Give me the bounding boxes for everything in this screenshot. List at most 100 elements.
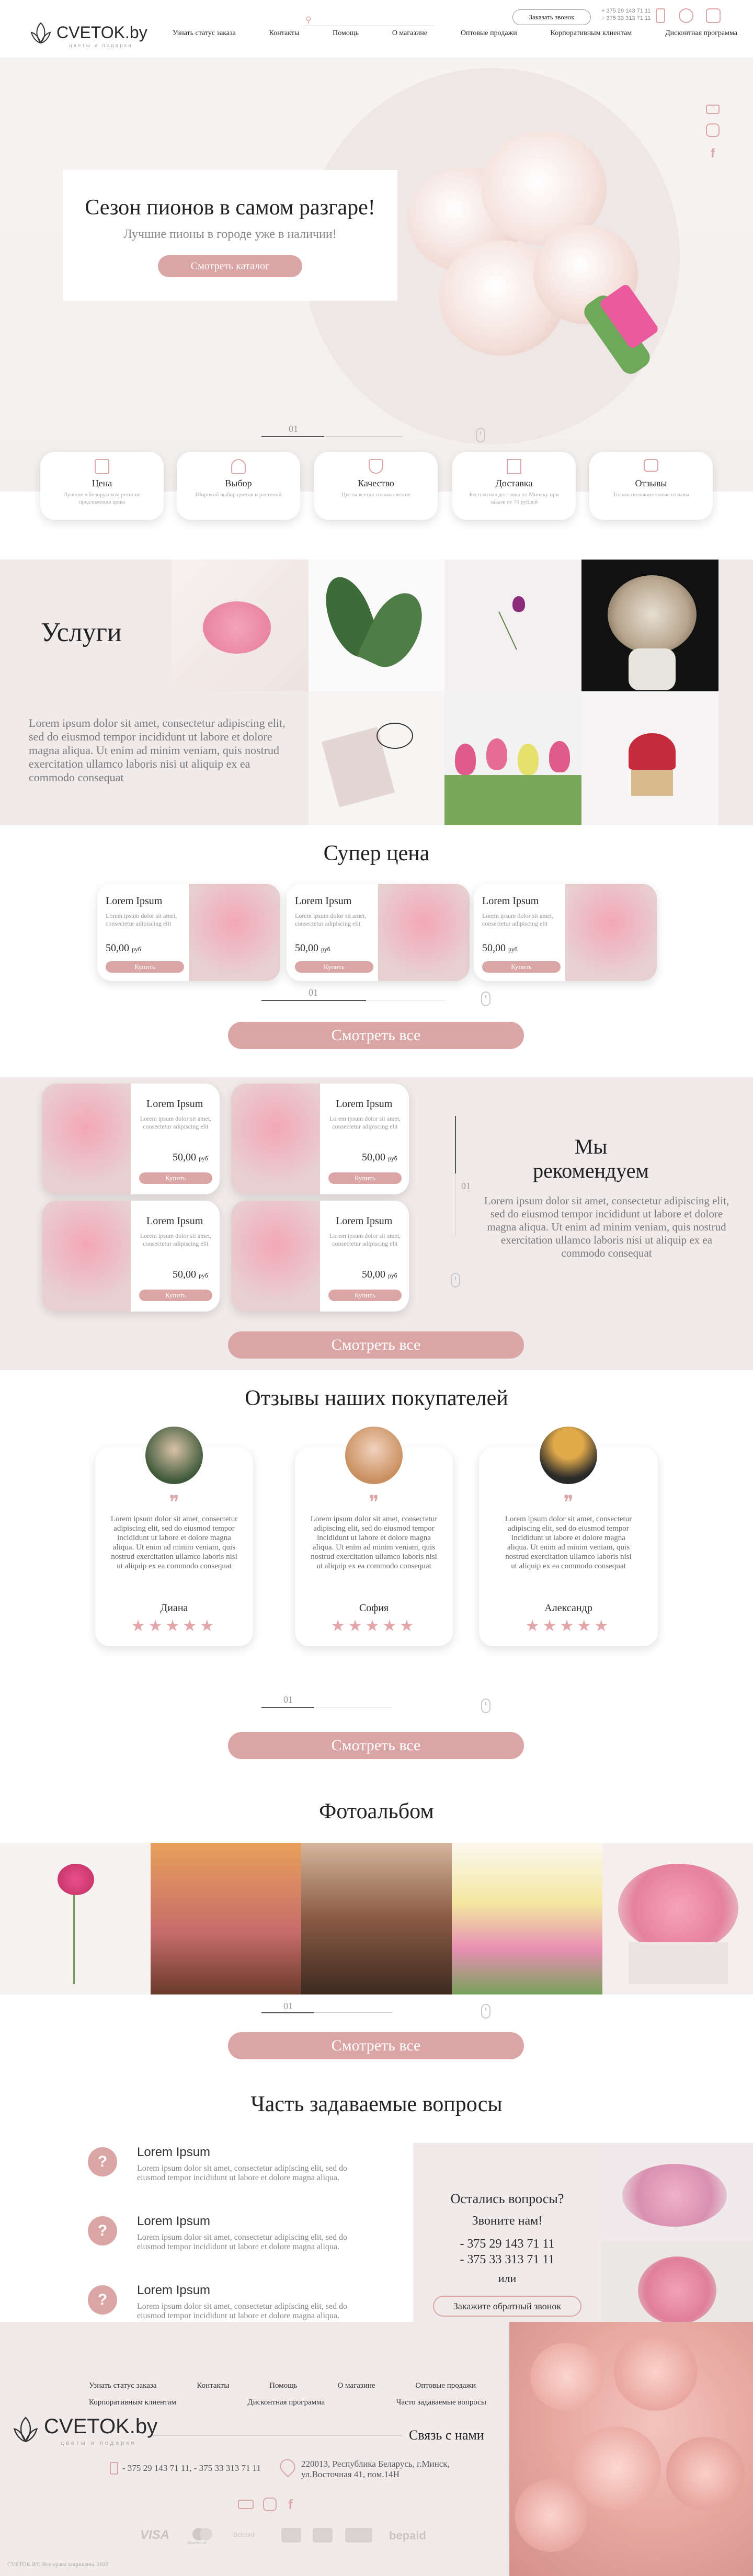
product-price: 50,00 руб: [362, 1269, 397, 1280]
phone-icon[interactable]: [656, 8, 665, 23]
rating-stars: ★★★★★: [330, 1617, 417, 1635]
reviews-section: Отзывы наших покупателей ❞ Lorem ipsum d…: [0, 1370, 753, 1768]
contact-phone-1[interactable]: - 375 29 143 71 11: [413, 2237, 601, 2251]
slide-number: 01: [283, 2001, 293, 2011]
album-view-all-button[interactable]: Смотреть все: [228, 2032, 524, 2059]
quote-icon: ❞: [169, 1492, 179, 1513]
feature-choice: Выбор Широкий выбор цветов и растений: [177, 452, 300, 520]
nav-discount[interactable]: Дисконтная программа: [665, 29, 737, 40]
instagram-icon[interactable]: [706, 123, 720, 137]
product-image: [231, 1084, 320, 1194]
contact-or: или: [498, 2272, 517, 2285]
super-price-section: Супер цена Lorem Ipsum Lorem ipsum dolor…: [0, 825, 753, 1061]
nav-corporate[interactable]: Корпоративным клиентам: [550, 29, 632, 40]
header-phone-2[interactable]: + 375 33 313 71 11: [601, 15, 654, 22]
buy-button[interactable]: Купить: [295, 961, 373, 973]
recommend-card-4[interactable]: Lorem Ipsum Lorem ipsum dolor sit amet, …: [231, 1201, 409, 1312]
nav-help[interactable]: Помощь: [333, 29, 359, 40]
vk-icon[interactable]: [238, 2500, 254, 2509]
buy-button[interactable]: Купить: [106, 961, 184, 973]
buy-button[interactable]: Купить: [139, 1172, 212, 1184]
feature-text: Только положительные отзывы: [613, 492, 689, 498]
faq-item-1[interactable]: ? Lorem Ipsum Lorem ipsum dolor sit amet…: [88, 2145, 370, 2208]
product-name: Lorem Ipsum: [295, 895, 352, 907]
product-name: Lorem Ipsum: [146, 1098, 203, 1110]
buy-button[interactable]: Купить: [482, 961, 561, 973]
nav-contacts[interactable]: Контакты: [269, 29, 300, 40]
album-photo-2[interactable]: [151, 1843, 301, 1994]
user-icon[interactable]: [679, 8, 693, 23]
album-slider-indicator[interactable]: 01: [256, 1998, 497, 2019]
super-price-card-2[interactable]: Lorem Ipsum Lorem ipsum dolor sit amet, …: [287, 884, 470, 981]
footer-phones[interactable]: - 375 29 143 71 11, - 375 33 313 71 11: [122, 2463, 261, 2474]
service-photo-gift[interactable]: [309, 691, 444, 825]
buy-button[interactable]: Купить: [139, 1290, 212, 1301]
logo-tagline: цветы и подарки: [69, 43, 133, 49]
album-photo-4[interactable]: [452, 1843, 602, 1994]
product-name: Lorem Ipsum: [106, 895, 163, 907]
product-name: Lorem Ipsum: [482, 895, 539, 907]
footer-link[interactable]: Оптовые продажи: [415, 2381, 476, 2390]
footer-link[interactable]: Помощь: [269, 2381, 297, 2390]
vk-icon[interactable]: [706, 105, 720, 114]
question-icon: ?: [88, 2285, 117, 2315]
super-price-card-1[interactable]: Lorem Ipsum Lorem ipsum dolor sit amet, …: [97, 884, 280, 981]
album-photo-3[interactable]: [301, 1843, 452, 1994]
recommend-card-3[interactable]: Lorem Ipsum Lorem ipsum dolor sit amet, …: [42, 1201, 220, 1312]
faq-item-2[interactable]: ? Lorem Ipsum Lorem ipsum dolor sit amet…: [88, 2214, 370, 2277]
logo[interactable]: CVETOK.by цветы и подарки: [27, 20, 153, 51]
feature-title: Качество: [358, 478, 394, 488]
header-phone-1[interactable]: + 375 29 143 71 11: [601, 7, 654, 15]
footer-nav-row-2: Корпоративным клиентам Дисконтная програ…: [89, 2398, 486, 2407]
recommend-card-2[interactable]: Lorem Ipsum Lorem ipsum dolor sit amet, …: [231, 1084, 409, 1194]
service-photo-dried-bouquet[interactable]: [581, 560, 718, 691]
nav-wholesale[interactable]: Оптовые продажи: [461, 29, 517, 40]
service-photo-roses[interactable]: [172, 560, 309, 691]
product-name: Lorem Ipsum: [336, 1215, 393, 1227]
instagram-icon[interactable]: [263, 2498, 277, 2511]
super-price-slider-indicator[interactable]: 01: [256, 987, 497, 1008]
hero-slider-indicator[interactable]: 01: [256, 424, 497, 444]
service-photo-tulips[interactable]: [444, 691, 581, 825]
footer-address: 220013, Республика Беларусь, г.Минск, ул…: [301, 2459, 450, 2479]
footer-logo[interactable]: CVETOK.by цветы и подарки: [9, 2411, 157, 2453]
recommend-view-all-button[interactable]: Смотреть все: [228, 1331, 524, 1359]
footer-link[interactable]: Узнать статус заказа: [89, 2381, 157, 2390]
super-price-view-all-button[interactable]: Смотреть все: [228, 1022, 524, 1049]
nav-order-status[interactable]: Узнать статус заказа: [173, 29, 236, 40]
buy-button[interactable]: Купить: [328, 1290, 402, 1301]
feature-text: Лучшие в белорусском регионе предложения…: [63, 492, 141, 505]
album-photo-1[interactable]: [0, 1843, 151, 1994]
footer-link[interactable]: О магазине: [337, 2381, 375, 2390]
recommend-vertical-slider[interactable]: 01: [451, 1116, 475, 1294]
cart-icon[interactable]: [706, 8, 721, 23]
catalog-button[interactable]: Смотреть каталог: [158, 255, 302, 277]
recommend-card-1[interactable]: Lorem Ipsum Lorem ipsum dolor sit amet, …: [42, 1084, 220, 1194]
facebook-icon[interactable]: f: [288, 2497, 293, 2513]
footer-link[interactable]: Контакты: [197, 2381, 229, 2390]
service-photo-tulip[interactable]: [444, 560, 581, 691]
reviews-view-all-button[interactable]: Смотреть все: [228, 1732, 524, 1759]
contact-phone-2[interactable]: - 375 33 313 71 11: [413, 2253, 601, 2267]
order-call-button[interactable]: Заказать звонок: [512, 9, 591, 25]
callback-button[interactable]: Закажите обратный звонок: [433, 2296, 581, 2317]
search-icon: ⚲: [305, 16, 312, 25]
facebook-icon[interactable]: f: [706, 146, 720, 161]
nav-about[interactable]: О магазине: [392, 29, 427, 40]
service-photo-cupcake[interactable]: [581, 691, 718, 825]
footer-link[interactable]: Часто задаваемые вопросы: [396, 2398, 486, 2407]
footer-link[interactable]: Корпоративным клиентам: [89, 2398, 176, 2407]
reviews-slider-indicator[interactable]: 01: [256, 1694, 497, 1715]
service-photo-plant[interactable]: [309, 560, 444, 691]
footer-phone-icon: [110, 2462, 118, 2475]
feature-quality: Качество Цветы всегда только свежие: [314, 452, 438, 520]
product-price: 50,00 руб: [295, 942, 330, 954]
product-desc: Lorem ipsum dolor sit amet, consectetur …: [482, 912, 554, 927]
footer-link[interactable]: Дисконтная программа: [247, 2398, 325, 2407]
buy-button[interactable]: Купить: [328, 1172, 402, 1184]
super-price-card-3[interactable]: Lorem Ipsum Lorem ipsum dolor sit amet, …: [474, 884, 657, 981]
search-bar[interactable]: ⚲: [303, 15, 434, 26]
album-photo-5[interactable]: [602, 1843, 753, 1994]
faq-answer: Lorem ipsum dolor sit amet, consectetur …: [137, 2164, 348, 2182]
rating-stars: ★★★★★: [525, 1617, 612, 1635]
